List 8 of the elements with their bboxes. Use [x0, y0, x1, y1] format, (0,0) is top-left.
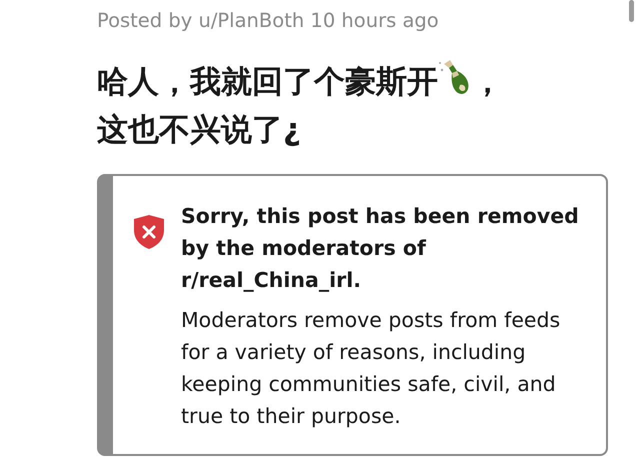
notice-body: Moderators remove posts from feeds for a variety of reasons, including keeping communities safe, civil, and true to their purpose. — [181, 307, 562, 430]
post-title: 哈人，我就回了个豪斯开 — [97, 64, 438, 100]
post-byline: Posted by u/PlanBoth 10 hours ago — [97, 8, 440, 34]
title-comma: ， — [472, 64, 503, 100]
scrollbar-thumb[interactable] — [629, 0, 634, 22]
shield-x-icon — [133, 214, 165, 250]
post-title: 这也不兴说了¿ — [97, 112, 301, 148]
notice-heading: Sorry, this post has been removed by the moderators of r/real_China_irl. — [181, 203, 580, 294]
